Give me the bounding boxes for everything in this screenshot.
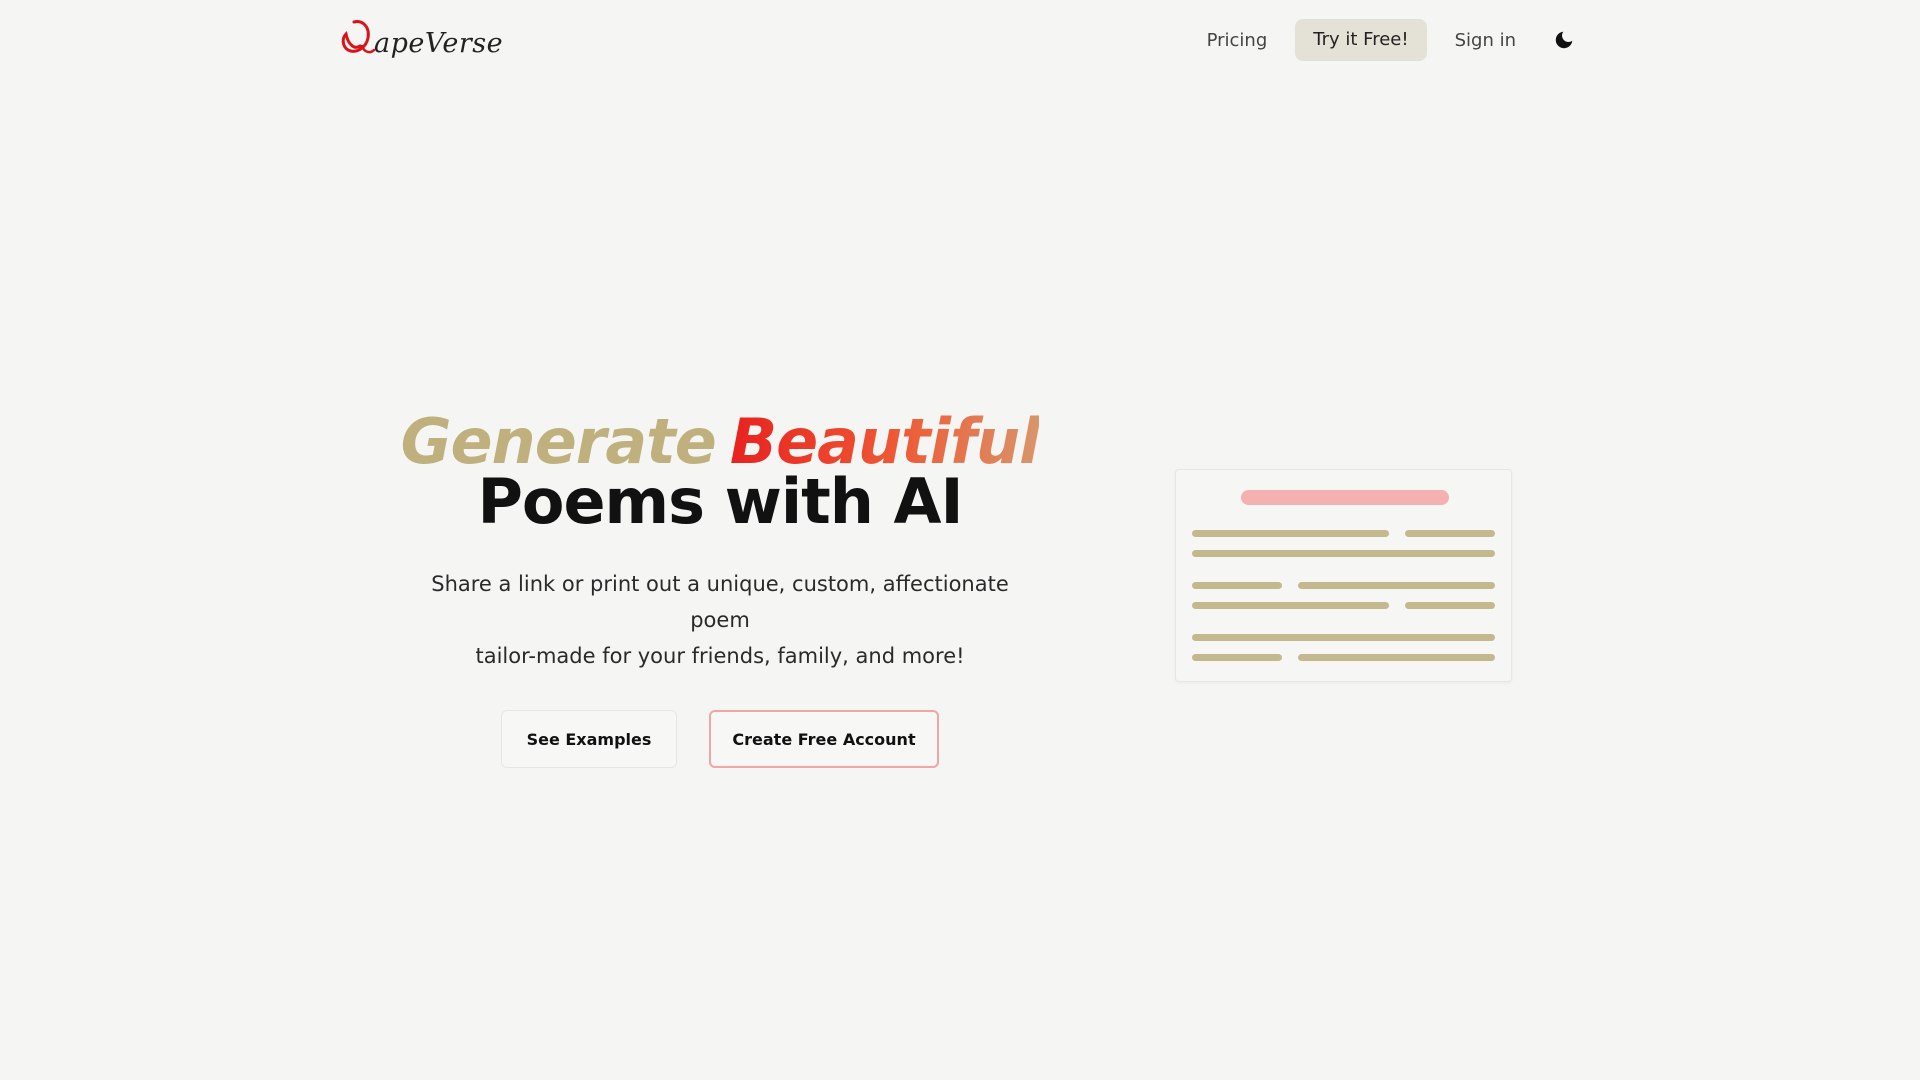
poem-line-placeholder bbox=[1192, 602, 1389, 609]
poem-card-illustration bbox=[1175, 469, 1512, 682]
headline-line-poems: Poems with AI bbox=[477, 465, 963, 538]
logo[interactable]: apeVerse bbox=[340, 16, 503, 66]
poem-line-placeholder bbox=[1192, 634, 1495, 641]
poem-line-placeholder bbox=[1192, 530, 1389, 537]
poem-line-placeholder bbox=[1192, 654, 1282, 661]
subtitle-line-2: tailor-made for your friends, family, an… bbox=[475, 644, 965, 668]
hero-headline: Generate Beautiful Poems with AI bbox=[400, 411, 1041, 538]
landing-page: apeVerse Pricing Try it Free! Sign in Ge… bbox=[0, 0, 1920, 1080]
main-nav: Pricing Try it Free! Sign in bbox=[1207, 19, 1576, 61]
poem-line-placeholder bbox=[1405, 530, 1495, 537]
hero-cta-row: See Examples Create Free Account bbox=[400, 710, 1040, 768]
poem-title-placeholder bbox=[1241, 490, 1449, 505]
try-free-button[interactable]: Try it Free! bbox=[1295, 19, 1427, 61]
poem-line-placeholder bbox=[1405, 602, 1495, 609]
poem-line-placeholder bbox=[1298, 582, 1495, 589]
hero-section: Generate Beautiful Poems with AI Share a … bbox=[400, 411, 1041, 768]
theme-toggle-button[interactable] bbox=[1552, 28, 1576, 52]
create-account-button[interactable]: Create Free Account bbox=[709, 710, 939, 768]
sign-in-link[interactable]: Sign in bbox=[1455, 30, 1516, 51]
moon-icon bbox=[1555, 31, 1573, 49]
logo-text: apeVerse bbox=[374, 28, 504, 59]
nav-pricing-link[interactable]: Pricing bbox=[1207, 30, 1268, 51]
subtitle-line-1: Share a link or print out a unique, cust… bbox=[431, 572, 1009, 632]
poem-line-placeholder bbox=[1192, 550, 1495, 557]
see-examples-button[interactable]: See Examples bbox=[501, 710, 677, 768]
poem-line-placeholder bbox=[1298, 654, 1495, 661]
poem-line-placeholder bbox=[1192, 582, 1282, 589]
hero-subtitle: Share a link or print out a unique, cust… bbox=[400, 566, 1040, 674]
